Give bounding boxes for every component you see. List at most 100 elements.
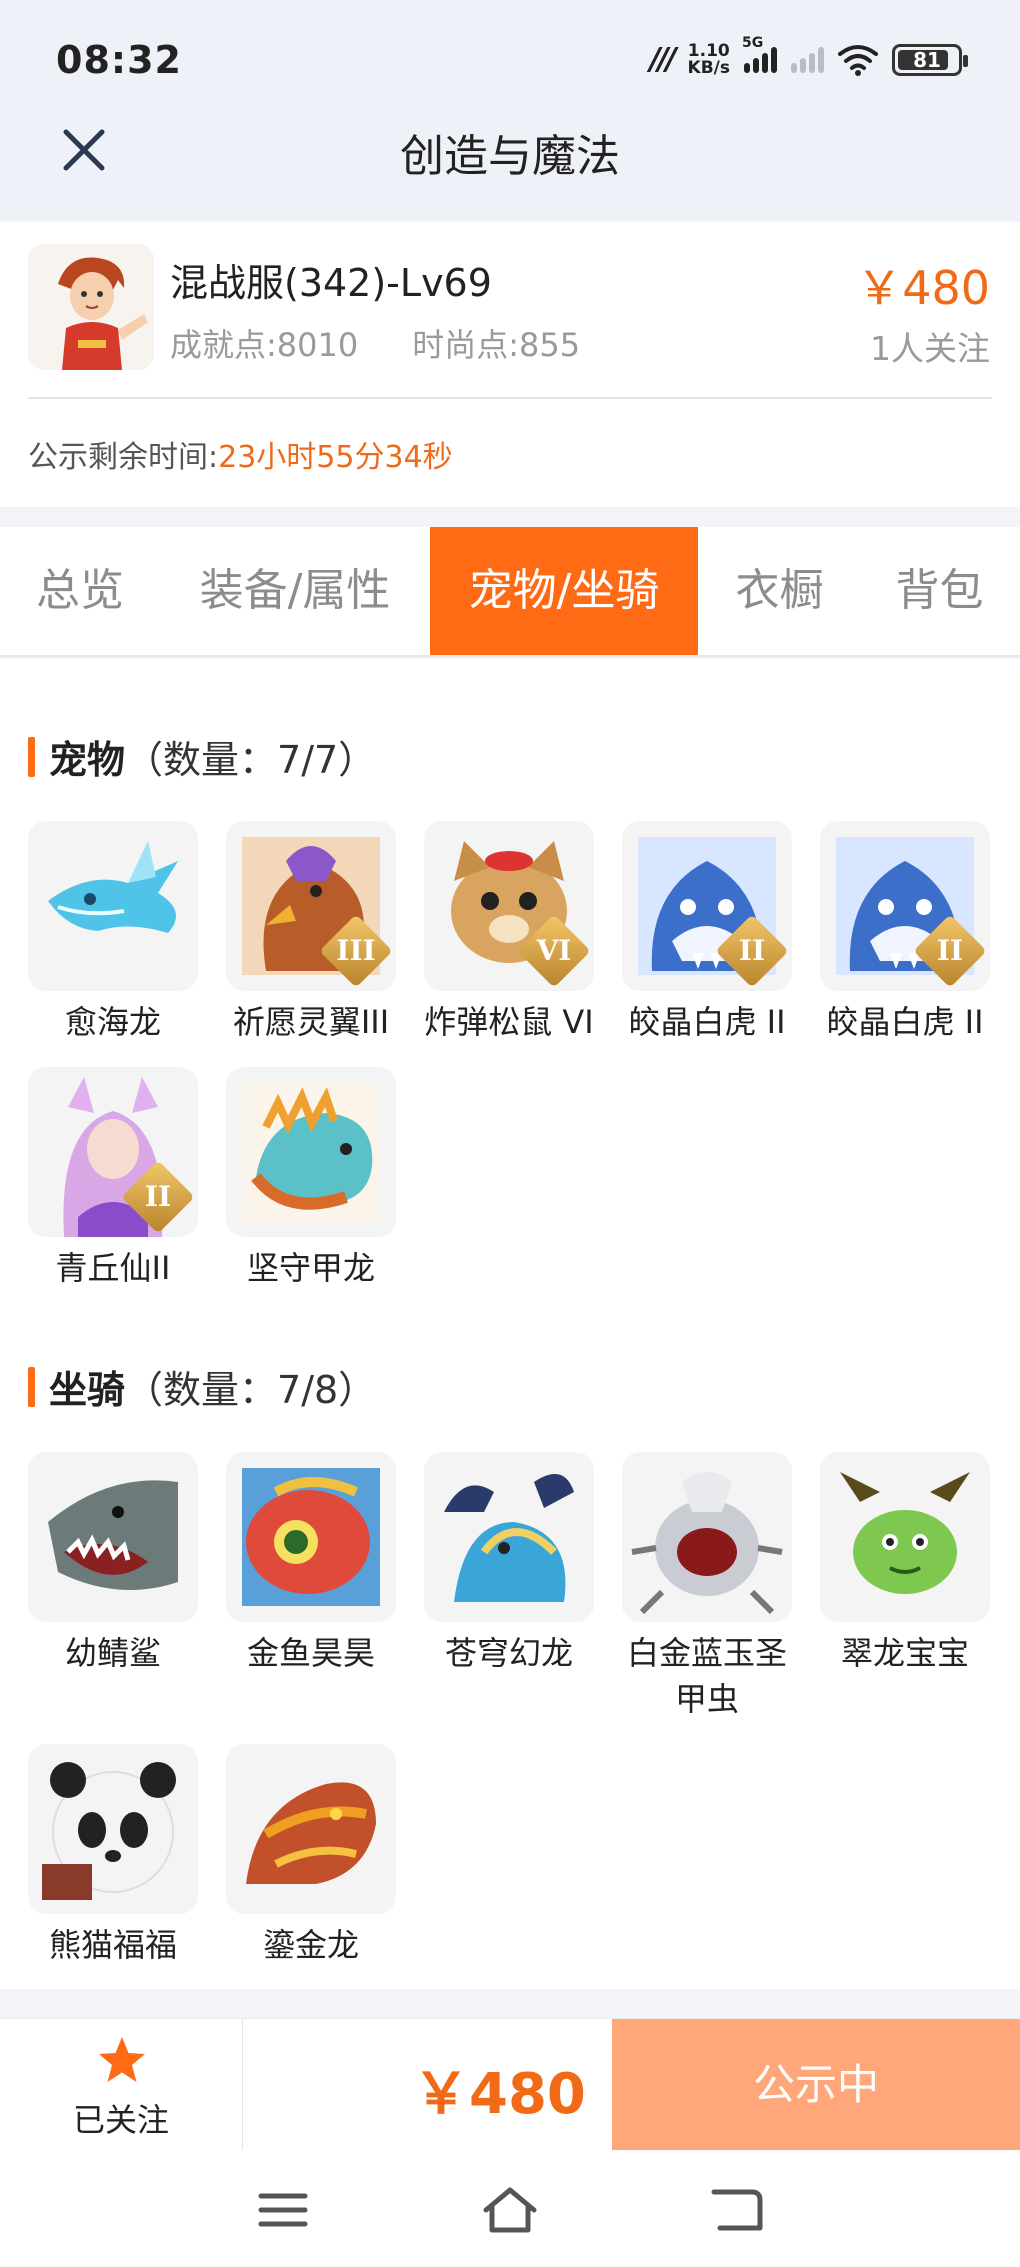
top-area: 08:32 /// 1.10 KB/s 5G 81 创造与魔法 bbox=[0, 0, 1020, 220]
golden-dragon-icon bbox=[246, 1782, 376, 1884]
pet-item[interactable]: III 祈愿灵翼III bbox=[226, 821, 396, 1045]
pet-thumb: VI bbox=[424, 821, 594, 991]
pet-item[interactable]: II 皎晶白虎 II bbox=[820, 821, 990, 1045]
pet-name: 青丘仙II bbox=[55, 1249, 171, 1287]
mount-thumb bbox=[820, 1452, 990, 1622]
mount-thumb bbox=[226, 1452, 396, 1622]
mount-name: 白金蓝玉圣甲虫 bbox=[626, 1634, 787, 1718]
pet-name: 坚守甲龙 bbox=[246, 1249, 375, 1287]
countdown-label: 公示剩余时间: bbox=[28, 440, 219, 475]
home-icon bbox=[483, 2187, 537, 2233]
mount-name: 翠龙宝宝 bbox=[840, 1634, 969, 1672]
tab-equipment[interactable]: 装备/属性 bbox=[180, 527, 410, 655]
tab-bar: 总览 装备/属性 宠物/坐骑 衣橱 背包 bbox=[0, 527, 1020, 657]
account-card[interactable]: 混战服(342)-Lv69 成就点:8010 时尚点:855 ￥480 1人关注 … bbox=[0, 222, 1020, 507]
avatar bbox=[28, 244, 154, 370]
tab-overview[interactable]: 总览 bbox=[0, 527, 160, 655]
rank-badge-label: III bbox=[336, 934, 376, 967]
pet-name: 祈愿灵翼III bbox=[232, 1003, 390, 1041]
armored-dragon-icon bbox=[242, 1083, 380, 1221]
nav-menu-button[interactable] bbox=[253, 2180, 313, 2240]
divider bbox=[28, 397, 992, 399]
beetle-icon bbox=[631, 1472, 783, 1615]
publicity-status-button[interactable]: 公示中 bbox=[612, 2019, 1020, 2151]
signal-5g-icon: 5G bbox=[742, 35, 777, 73]
pet-thumb: II bbox=[622, 821, 792, 991]
mount-thumb bbox=[28, 1744, 198, 1914]
page-title: 创造与魔法 bbox=[400, 131, 620, 182]
role-name: 混战服(342)-Lv69 bbox=[170, 261, 492, 305]
star-icon bbox=[99, 2037, 145, 2082]
pet-item[interactable]: II 皎晶白虎 II bbox=[622, 821, 792, 1045]
pets-section-title: 宠物 （数量：7/7） bbox=[28, 729, 376, 784]
mount-thumb bbox=[226, 1744, 396, 1914]
rank-badge-label: II bbox=[936, 934, 964, 967]
jade-dragon-icon bbox=[840, 1472, 970, 1594]
menu-icon bbox=[258, 2193, 308, 2227]
mounts-title: 坐骑 bbox=[49, 1368, 126, 1412]
role-meta: 成就点:8010 时尚点:855 bbox=[170, 320, 634, 366]
back-icon bbox=[711, 2189, 763, 2231]
mounts-section-title: 坐骑 （数量：7/8） bbox=[28, 1359, 376, 1414]
pet-item[interactable]: 坚守甲龙 bbox=[226, 1067, 396, 1291]
pet-name: 皎晶白虎 II bbox=[826, 1003, 984, 1041]
bottom-action-bar: 已关注 ￥480 公示中 bbox=[0, 2018, 1020, 2151]
net-speed-value: 1.10 bbox=[687, 40, 730, 61]
character-avatar-icon bbox=[28, 244, 154, 370]
tab-pets-mounts[interactable]: 宠物/坐骑 bbox=[430, 527, 698, 655]
pet-item[interactable]: 愈海龙 bbox=[28, 821, 198, 1045]
status-icons: /// 1.10 KB/s 5G 81 bbox=[649, 35, 968, 78]
header: 创造与魔法 bbox=[0, 100, 1020, 220]
mount-name: 鎏金龙 bbox=[262, 1926, 359, 1964]
price-label: ￥480 bbox=[856, 261, 990, 315]
pets-title: 宠物 bbox=[49, 738, 126, 782]
follow-button[interactable]: 已关注 bbox=[0, 2019, 243, 2151]
mount-name: 熊猫福福 bbox=[48, 1926, 177, 1964]
mount-item[interactable]: 翠龙宝宝 bbox=[820, 1452, 990, 1676]
mount-thumb bbox=[424, 1452, 594, 1622]
publicity-countdown: 公示剩余时间:23小时55分34秒 bbox=[28, 432, 453, 476]
rank-badge-label: VI bbox=[536, 934, 572, 967]
bottom-price: ￥480 bbox=[413, 2062, 586, 2127]
achievement-points: 成就点:8010 bbox=[170, 326, 359, 364]
tab-wardrobe[interactable]: 衣橱 bbox=[712, 527, 847, 655]
goldfish-icon bbox=[242, 1468, 380, 1606]
tab-backpack[interactable]: 背包 bbox=[872, 527, 1007, 655]
panda-icon bbox=[42, 1762, 176, 1900]
battery-level: 81 bbox=[913, 47, 941, 72]
pet-item[interactable]: II 青丘仙II bbox=[28, 1067, 198, 1291]
nav-back-button[interactable] bbox=[708, 2180, 768, 2240]
pet-name: 愈海龙 bbox=[64, 1003, 161, 1041]
sky-dragon-icon bbox=[444, 1474, 574, 1602]
mount-thumb bbox=[28, 1452, 198, 1622]
pets-mounts-content: 宠物 （数量：7/7） 愈海龙 III 祈愿灵翼III VI 炸弹松鼠 VI I… bbox=[0, 659, 1020, 1989]
mount-thumb bbox=[622, 1452, 792, 1622]
mount-name: 苍穹幻龙 bbox=[444, 1634, 573, 1672]
mount-name: 金鱼昊昊 bbox=[246, 1634, 375, 1672]
fashion-points: 时尚点:855 bbox=[412, 326, 581, 364]
system-nav-bar bbox=[0, 2150, 1020, 2267]
mounts-count: （数量：7/8） bbox=[125, 1368, 377, 1412]
nav-home-button[interactable] bbox=[480, 2180, 540, 2240]
mount-item[interactable]: 鎏金龙 bbox=[226, 1744, 396, 1968]
net-speed: 1.10 KB/s bbox=[687, 40, 730, 78]
battery-icon: 81 bbox=[892, 43, 968, 76]
shark-icon bbox=[48, 1480, 178, 1590]
mount-item[interactable]: 白金蓝玉圣甲虫 bbox=[622, 1452, 792, 1722]
mount-item[interactable]: 熊猫福福 bbox=[28, 1744, 198, 1968]
mount-item[interactable]: 金鱼昊昊 bbox=[226, 1452, 396, 1676]
pet-thumb bbox=[28, 821, 198, 991]
pet-thumb: III bbox=[226, 821, 396, 991]
mount-item[interactable]: 苍穹幻龙 bbox=[424, 1452, 594, 1676]
net-speed-unit: KB/s bbox=[687, 57, 730, 78]
network-logo-icon: /// bbox=[649, 42, 677, 77]
mount-item[interactable]: 幼鲭鲨 bbox=[28, 1452, 198, 1676]
wifi-icon bbox=[838, 44, 878, 76]
pet-thumb: II bbox=[820, 821, 990, 991]
follower-count: 1人关注 bbox=[870, 329, 990, 368]
pet-item[interactable]: VI 炸弹松鼠 VI bbox=[424, 821, 594, 1045]
pet-thumb: II bbox=[28, 1067, 198, 1237]
countdown-value: 23小时55分34秒 bbox=[218, 440, 453, 475]
pet-name: 皎晶白虎 II bbox=[628, 1003, 786, 1041]
rank-badge-label: II bbox=[738, 934, 766, 967]
